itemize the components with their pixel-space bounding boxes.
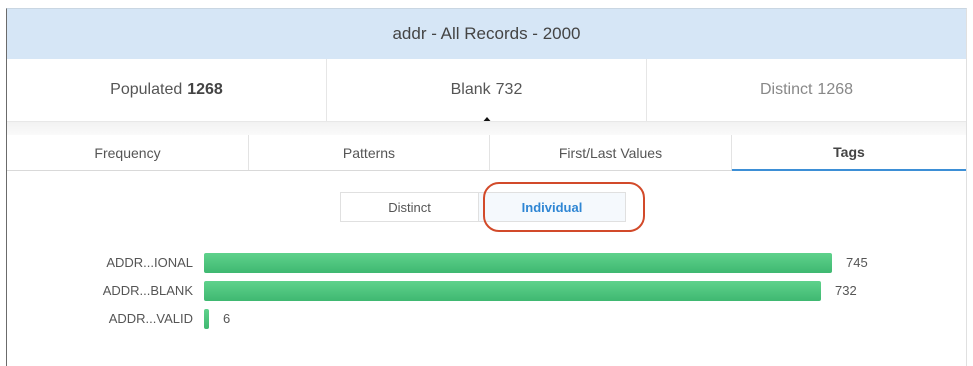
stat-blank-value: 732 [495,81,523,98]
tab-frequency[interactable]: Frequency [7,135,249,170]
stat-populated-value: 1268 [187,81,223,98]
stat-distinct-label: Distinct [759,81,813,98]
bar-value-label: 6 [223,311,231,326]
stats-row: Populated 1268 Blank 732 Distinct 1268 [7,59,966,124]
highlight-annotation [483,182,645,232]
tab-bar: Frequency Patterns First/Last Values Tag… [7,135,966,171]
bar-category-label: ADDR...BLANK [102,283,193,298]
bar-row: ADDR...VALID 6 [7,308,966,330]
bar-category-label: ADDR...VALID [108,311,193,326]
bar-value-label: 745 [846,255,868,270]
toggle-distinct-button[interactable]: Distinct [340,192,478,222]
panel-title-text: addr - All Records - 2000 [392,24,581,43]
stat-distinct-value: 1268 [817,81,854,98]
bar-value-label: 732 [835,283,857,298]
bar[interactable] [204,309,209,329]
profile-panel: addr - All Records - 2000 Populated 1268… [6,8,967,366]
stat-populated-label: Populated [110,81,183,98]
stat-blank[interactable]: Blank 732 [327,59,647,124]
bar[interactable] [204,281,821,301]
stat-populated[interactable]: Populated 1268 [7,59,327,121]
stat-distinct[interactable]: Distinct 1268 [647,59,966,121]
stat-blank-label: Blank [450,81,491,98]
bar-category-label: ADDR...IONAL [106,255,193,270]
bar-row: ADDR...IONAL 745 [7,252,966,274]
tab-patterns[interactable]: Patterns [249,135,490,170]
divider-strip [7,121,966,135]
panel-title: addr - All Records - 2000 [7,9,966,59]
tab-tags[interactable]: Tags [732,135,966,171]
bar[interactable] [204,253,832,273]
bar-row: ADDR...BLANK 732 [7,280,966,302]
tab-first-last-values[interactable]: First/Last Values [490,135,732,170]
